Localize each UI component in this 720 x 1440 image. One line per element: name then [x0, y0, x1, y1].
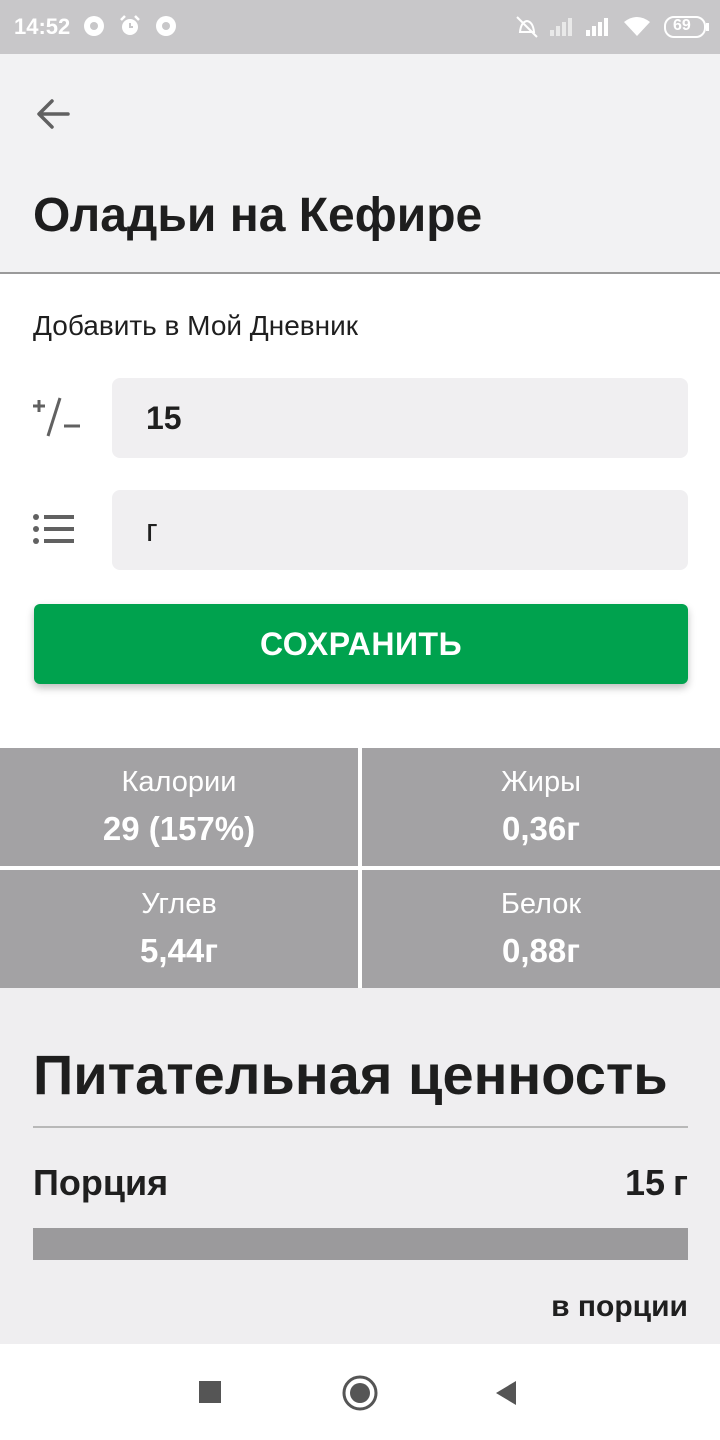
portion-label: Порция [33, 1162, 169, 1203]
alarm-icon [118, 14, 142, 43]
page-title: Оладьи на Кефире [33, 189, 483, 242]
macro-value: 29 (157%) [102, 810, 256, 847]
header: Оладьи на Кефире [0, 54, 720, 274]
home-button[interactable] [341, 1374, 379, 1417]
macro-label: Углев [141, 888, 217, 920]
quantity-input[interactable] [112, 378, 688, 458]
divider-bar [33, 1228, 688, 1260]
arrow-back-icon [28, 99, 80, 142]
chrome-icon [82, 14, 106, 43]
macro-label: Жиры [501, 766, 581, 798]
add-to-diary-label: Добавить в Мой Дневник [33, 310, 359, 341]
back-triangle-icon [492, 1381, 520, 1411]
macro-value: 0,88г [502, 932, 580, 969]
nutrition-facts: Питательная ценность Порция 15 г в порции [0, 988, 720, 1344]
add-to-diary-section: Добавить в Мой Дневник г СОХРАНИТЬ [0, 274, 720, 748]
macros-grid: Калории 29 (157%) Жиры 0,36г Углев 5,44г… [0, 748, 720, 988]
unit-value: г [146, 512, 158, 548]
portion-value: 15 г [617, 1162, 688, 1204]
divider [33, 1126, 688, 1128]
signal-icon [584, 14, 612, 43]
navigation-bar [0, 1344, 720, 1440]
back-button[interactable] [28, 90, 80, 138]
status-bar: 14:52 69 [0, 0, 720, 54]
portion-unit: г [673, 1162, 688, 1203]
per-portion-label: в порции [551, 1290, 688, 1323]
mute-icon [514, 14, 540, 45]
macro-carbs: Углев 5,44г [0, 870, 358, 988]
nutrition-title: Питательная ценность [33, 1043, 668, 1106]
chrome-icon [154, 14, 178, 43]
status-time: 14:52 [14, 14, 71, 39]
recents-square-icon [198, 1381, 222, 1408]
recents-button[interactable] [198, 1380, 222, 1409]
portion-amount: 15 [624, 1162, 665, 1203]
list-icon [30, 512, 78, 553]
macro-label: Белок [500, 888, 582, 920]
home-circle-icon [341, 1375, 379, 1416]
macro-fats: Жиры 0,36г [362, 748, 720, 866]
plus-minus-icon [30, 394, 84, 445]
macro-protein: Белок 0,88г [362, 870, 720, 988]
save-button[interactable]: СОХРАНИТЬ [34, 604, 688, 684]
battery-level: 69 [673, 17, 691, 34]
unit-select[interactable]: г [112, 490, 688, 570]
macro-value: 0,36г [502, 810, 580, 847]
macro-label: Калории [121, 766, 237, 798]
wifi-icon [622, 14, 652, 43]
macro-value: 5,44г [140, 932, 218, 969]
battery-icon: 69 [664, 15, 710, 44]
back-nav-button[interactable] [492, 1379, 520, 1412]
macro-calories: Калории 29 (157%) [0, 748, 358, 866]
signal-icon [548, 14, 576, 43]
